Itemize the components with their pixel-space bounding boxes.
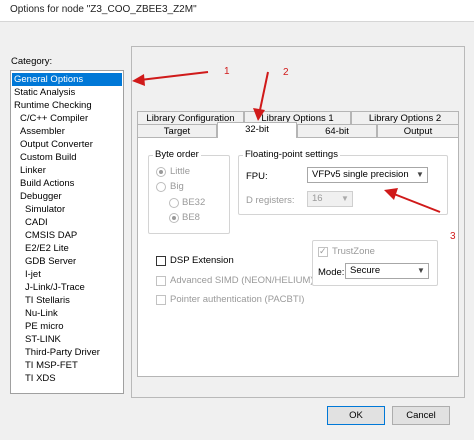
category-item-debugger[interactable]: Debugger: [12, 190, 122, 203]
pointer-authentication-label: Pointer authentication (PACBTI): [170, 294, 305, 305]
trustzone-label: TrustZone: [332, 246, 375, 257]
category-item-cmsis-dap[interactable]: CMSIS DAP: [12, 229, 122, 242]
little-radio[interactable]: [156, 167, 166, 177]
chevron-down-icon: ▼: [341, 194, 349, 203]
category-item-i-jet[interactable]: I-jet: [12, 268, 122, 281]
tab-library-options-2[interactable]: Library Options 2: [351, 111, 459, 125]
be8-label: BE8: [182, 212, 200, 223]
tab-64-bit[interactable]: 64-bit: [297, 124, 377, 138]
tab-target[interactable]: Target: [137, 124, 217, 138]
mode-select[interactable]: Secure ▼: [345, 263, 429, 279]
big-label: Big: [170, 181, 184, 192]
chevron-down-icon: ▼: [416, 170, 424, 179]
window-title: Options for node "Z3_COO_ZBEE3_Z2M": [10, 4, 197, 15]
category-label: Category:: [11, 56, 53, 67]
d-registers-select[interactable]: 16 ▼: [307, 191, 353, 207]
category-item-cadi[interactable]: CADI: [12, 216, 122, 229]
category-item-e2-lite[interactable]: E2/E2 Lite: [12, 242, 122, 255]
mode-value: Secure: [350, 265, 381, 276]
pointer-authentication-checkbox[interactable]: [156, 295, 166, 305]
little-label: Little: [170, 166, 191, 177]
byte-order-title: Byte order: [153, 149, 201, 160]
category-item-ti-xds[interactable]: TI XDS: [12, 372, 122, 385]
dsp-extension-label: DSP Extension: [170, 255, 234, 266]
advanced-simd-checkbox[interactable]: [156, 276, 166, 286]
annotation-label-2: 2: [283, 67, 289, 78]
category-item-assembler[interactable]: Assembler: [12, 125, 122, 138]
category-item-pe-micro[interactable]: PE micro: [12, 320, 122, 333]
category-item-custom-build[interactable]: Custom Build: [12, 151, 122, 164]
category-item-c-compiler[interactable]: C/C++ Compiler: [12, 112, 122, 125]
category-item-general-options[interactable]: General Options: [12, 73, 122, 86]
fpu-select[interactable]: VFPv5 single precision ▼: [307, 167, 428, 183]
chevron-down-icon: ▼: [417, 266, 425, 275]
category-item-output-converter[interactable]: Output Converter: [12, 138, 122, 151]
ok-button[interactable]: OK: [327, 406, 385, 425]
category-item-build-actions[interactable]: Build Actions: [12, 177, 122, 190]
category-item-linker[interactable]: Linker: [12, 164, 122, 177]
fpu-label: FPU:: [246, 171, 268, 182]
annotation-label-1: 1: [224, 66, 230, 77]
category-list[interactable]: General Options Static Analysis Runtime …: [10, 70, 124, 394]
category-item-ti-stellaris[interactable]: TI Stellaris: [12, 294, 122, 307]
big-radio[interactable]: [156, 182, 166, 192]
category-item-ti-msp-fet[interactable]: TI MSP-FET: [12, 359, 122, 372]
fpu-value: VFPv5 single precision: [312, 169, 409, 180]
annotation-label-3: 3: [450, 231, 456, 242]
category-item-j-link[interactable]: J-Link/J-Trace: [12, 281, 122, 294]
trustzone-checkbox[interactable]: [318, 246, 328, 257]
d-registers-value: 16: [312, 193, 323, 204]
tab-32-bit[interactable]: 32-bit: [217, 122, 297, 138]
category-item-st-link[interactable]: ST-LINK: [12, 333, 122, 346]
advanced-simd-label: Advanced SIMD (NEON/HELIUM): [170, 275, 314, 286]
category-item-nu-link[interactable]: Nu-Link: [12, 307, 122, 320]
category-item-runtime-checking[interactable]: Runtime Checking: [12, 99, 122, 112]
category-item-simulator[interactable]: Simulator: [12, 203, 122, 216]
cancel-button[interactable]: Cancel: [392, 406, 450, 425]
category-item-gdb-server[interactable]: GDB Server: [12, 255, 122, 268]
be32-label: BE32: [182, 197, 206, 208]
floating-point-title: Floating-point settings: [243, 149, 340, 160]
title-bar: Options for node "Z3_COO_ZBEE3_Z2M": [0, 0, 474, 22]
d-registers-label: D registers:: [246, 195, 295, 206]
be32-radio[interactable]: [169, 198, 179, 208]
tab-output[interactable]: Output: [377, 124, 459, 138]
dsp-extension-checkbox[interactable]: [156, 256, 166, 266]
be8-radio[interactable]: [169, 213, 179, 223]
category-item-third-party-driver[interactable]: Third-Party Driver: [12, 346, 122, 359]
category-item-static-analysis[interactable]: Static Analysis: [12, 86, 122, 99]
mode-label: Mode:: [318, 267, 345, 278]
